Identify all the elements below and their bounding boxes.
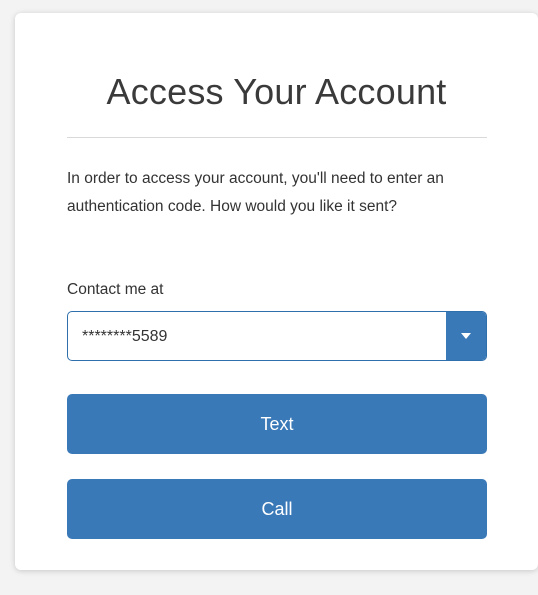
caret-down-icon: [461, 333, 471, 339]
call-button[interactable]: Call: [67, 479, 487, 539]
select-dropdown-toggle[interactable]: [446, 312, 486, 360]
contact-select-value: ********5589: [82, 328, 168, 345]
contact-label: Contact me at: [67, 281, 164, 298]
contact-select[interactable]: ********5589: [67, 311, 487, 361]
auth-card: Access Your Account In order to access y…: [15, 13, 538, 570]
page-title: Access Your Account: [106, 71, 447, 112]
title-divider: [67, 137, 487, 138]
send-text-button[interactable]: Text: [67, 394, 487, 454]
instructions-text: In order to access your account, you'll …: [67, 170, 444, 215]
